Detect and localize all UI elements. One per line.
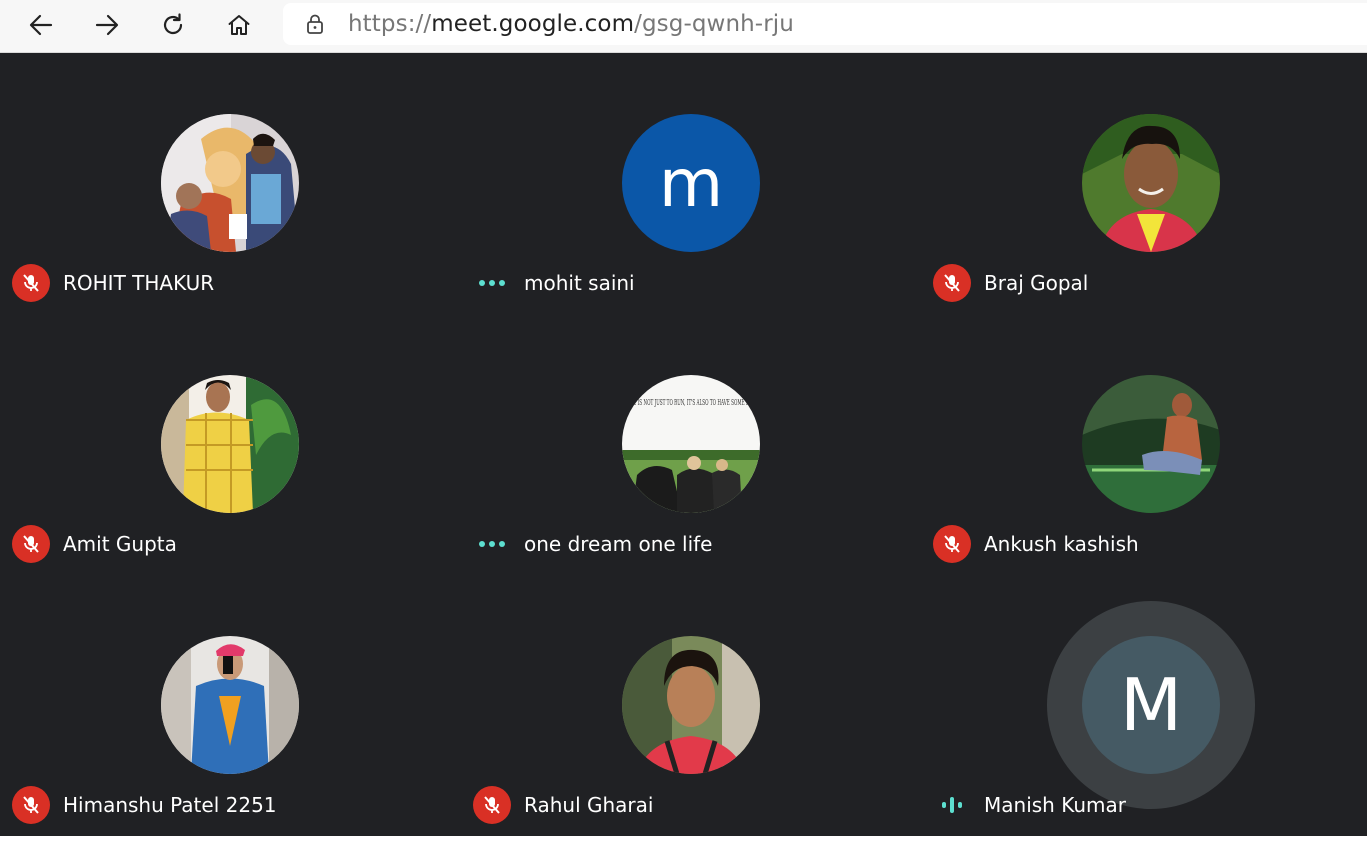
home-button[interactable] (219, 5, 259, 45)
mic-off-icon (12, 264, 50, 302)
avatar (161, 636, 299, 774)
participant-tile[interactable]: M Manish Kumar (921, 575, 1367, 835)
address-bar[interactable]: https://meet.google.com/gsg-qwnh-rju (283, 3, 1367, 45)
avatar: m (622, 114, 760, 252)
participant-tile[interactable]: Rahul Gharai (461, 575, 921, 835)
participant-name: Ankush kashish (984, 532, 1139, 556)
avatar (1082, 114, 1220, 252)
participant-name: Amit Gupta (63, 532, 177, 556)
url-host: meet.google.com (431, 11, 635, 37)
nameplate: Rahul Gharai (473, 785, 653, 825)
participant-name: one dream one life (524, 532, 713, 556)
url-path: /gsg-qwnh-rju (634, 11, 794, 37)
participant-name: ROHIT THAKUR (63, 271, 215, 295)
reload-icon (163, 13, 183, 35)
nameplate: ROHIT THAKUR (12, 263, 214, 303)
participant-name: Himanshu Patel 2251 (63, 793, 277, 817)
participant-name: Braj Gopal (984, 271, 1089, 295)
connecting-dots-icon (473, 264, 511, 302)
participant-name: Manish Kumar (984, 793, 1126, 817)
avatar (622, 636, 760, 774)
nameplate: Ankush kashish (933, 524, 1139, 564)
nameplate: mohit saini (473, 263, 635, 303)
participant-tile[interactable]: Ankush kashish (921, 314, 1367, 574)
audio-level-icon (933, 786, 971, 824)
arrow-right-icon (95, 14, 119, 36)
nameplate: Amit Gupta (12, 524, 177, 564)
reload-button[interactable] (153, 5, 193, 45)
avatar (1082, 375, 1220, 513)
caption-text: LIFE IS NOT JUST TO RUN, IT'S ALSO TO HA… (626, 398, 756, 407)
url-text: https://meet.google.com/gsg-qwnh-rju (348, 11, 794, 37)
participant-tile[interactable]: Braj Gopal (921, 53, 1367, 313)
connecting-dots-icon (473, 525, 511, 563)
avatar (161, 375, 299, 513)
nameplate: Manish Kumar (933, 785, 1126, 825)
nameplate: Himanshu Patel 2251 (12, 785, 277, 825)
url-scheme: https:// (348, 11, 432, 37)
arrow-left-icon (29, 14, 53, 36)
nameplate: Braj Gopal (933, 263, 1088, 303)
mic-off-icon (473, 786, 511, 824)
home-icon (228, 15, 250, 35)
avatar: M (1082, 636, 1220, 774)
participant-name: Rahul Gharai (524, 793, 654, 817)
mic-off-icon (12, 786, 50, 824)
participant-tile[interactable]: Himanshu Patel 2251 (0, 575, 460, 835)
participant-tile[interactable]: Amit Gupta (0, 314, 460, 574)
nameplate: one dream one life (473, 524, 713, 564)
mic-off-icon (933, 264, 971, 302)
bottom-edge (0, 836, 1367, 841)
mic-off-icon (12, 525, 50, 563)
avatar: LIFE IS NOT JUST TO RUN, IT'S ALSO TO HA… (622, 375, 760, 513)
mic-off-icon (933, 525, 971, 563)
avatar (161, 114, 299, 252)
browser-toolbar: https://meet.google.com/gsg-qwnh-rju (0, 0, 1367, 53)
participant-tile[interactable]: ROHIT THAKUR (0, 53, 460, 313)
meeting-grid: ROHIT THAKUR m mohit saini Braj Gopal Am… (0, 53, 1367, 836)
back-button[interactable] (21, 5, 61, 45)
participant-tile[interactable]: m mohit saini (461, 53, 921, 313)
participant-name: mohit saini (524, 271, 635, 295)
forward-button[interactable] (87, 5, 127, 45)
participant-tile[interactable]: LIFE IS NOT JUST TO RUN, IT'S ALSO TO HA… (461, 314, 921, 574)
lock-icon (304, 13, 326, 35)
